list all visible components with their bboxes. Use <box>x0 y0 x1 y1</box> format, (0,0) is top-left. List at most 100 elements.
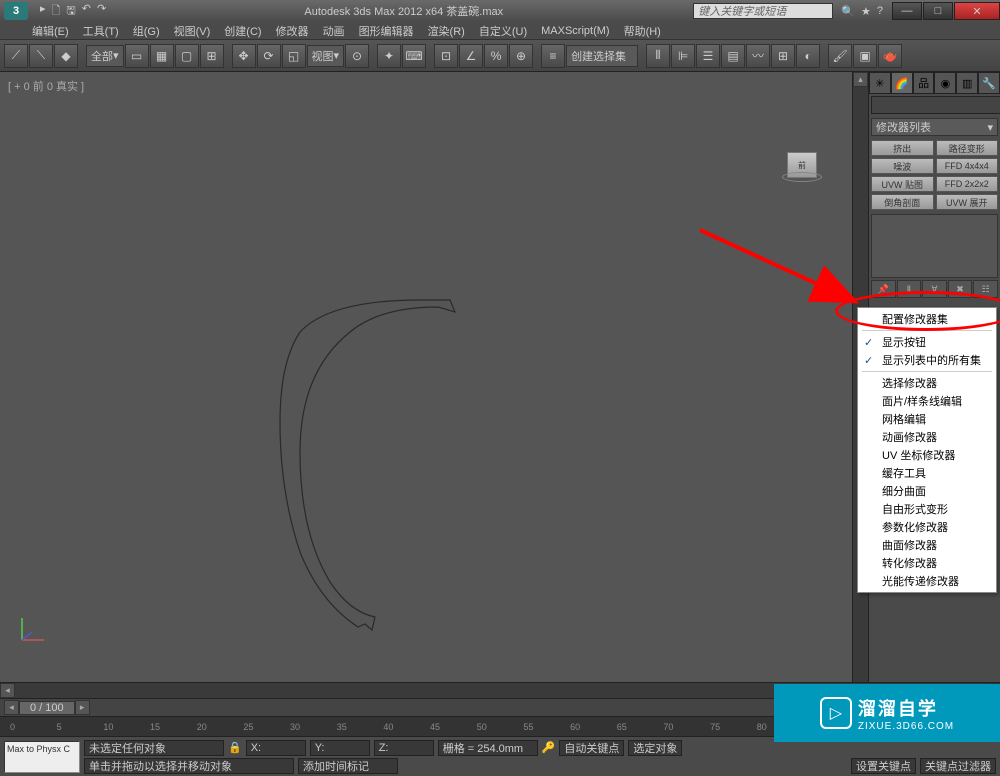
menu-group[interactable]: 组(G) <box>133 23 160 39</box>
tool-scale-icon[interactable]: ◱ <box>282 44 306 68</box>
qat-undo-icon[interactable]: ↶ <box>82 2 91 21</box>
timeslider-prev-icon[interactable]: ◂ <box>4 700 19 715</box>
modtool-configure-icon[interactable]: ☷ <box>973 280 998 298</box>
auto-key-button[interactable]: 自动关键点 <box>559 740 624 756</box>
ctx-anim-modifiers[interactable]: 动画修改器 <box>858 428 996 446</box>
tool-align-icon[interactable]: ⊫ <box>671 44 695 68</box>
qat-redo-icon[interactable]: ↷ <box>97 2 106 21</box>
modifier-list-dropdown[interactable]: 修改器列表 <box>871 118 998 136</box>
help-search-input[interactable]: 键入关键字或短语 <box>693 3 833 19</box>
tool-snap-icon[interactable]: ⊡ <box>434 44 458 68</box>
menu-edit[interactable]: 编辑(E) <box>32 23 69 39</box>
modbtn-ffd2[interactable]: FFD 2x2x2 <box>936 176 999 192</box>
modtool-pin-icon[interactable]: 📌 <box>871 280 896 298</box>
minimize-button[interactable]: — <box>892 2 922 20</box>
scroll-up-icon[interactable]: ▴ <box>853 72 868 87</box>
menu-custom[interactable]: 自定义(U) <box>479 23 527 39</box>
menu-maxscript[interactable]: MAXScript(M) <box>541 25 609 37</box>
modtool-remove-icon[interactable]: ✖ <box>948 280 973 298</box>
key-icon[interactable]: 🔑 <box>542 741 556 754</box>
tool-angle-snap-icon[interactable]: ∠ <box>459 44 483 68</box>
tool-spinner-snap-icon[interactable]: ⊕ <box>509 44 533 68</box>
tool-bind-icon[interactable]: ◆ <box>54 44 78 68</box>
tool-layers-icon[interactable]: ☰ <box>696 44 720 68</box>
tool-select-link-icon[interactable]: ⟋ <box>4 44 28 68</box>
menu-animation[interactable]: 动画 <box>323 23 345 39</box>
menu-help[interactable]: 帮助(H) <box>624 23 661 39</box>
qat-save-icon[interactable]: 🖫 <box>66 2 75 21</box>
tab-hierarchy-icon[interactable]: 品 <box>913 72 935 94</box>
tool-rotate-icon[interactable]: ⟳ <box>257 44 281 68</box>
tool-select-icon[interactable]: ▭ <box>125 44 149 68</box>
ref-coord-dropdown[interactable]: 视图 ▾ <box>307 45 345 67</box>
maximize-button[interactable]: □ <box>923 2 953 20</box>
tab-motion-icon[interactable]: ◉ <box>934 72 956 94</box>
ctx-surface-mod[interactable]: 曲面修改器 <box>858 536 996 554</box>
modbtn-lathe[interactable]: 噪波 <box>871 158 934 174</box>
tab-display-icon[interactable]: ▥ <box>956 72 978 94</box>
selected-obj-dd[interactable]: 选定对象 <box>628 740 682 756</box>
tool-render-frame-icon[interactable]: ▣ <box>853 44 877 68</box>
tool-mirror-icon[interactable]: ⦀ <box>646 44 670 68</box>
qat-new-icon[interactable]: ▸ <box>40 2 46 21</box>
ctx-cache-tools[interactable]: 缓存工具 <box>858 464 996 482</box>
ctx-mesh-edit[interactable]: 网格编辑 <box>858 410 996 428</box>
menu-create[interactable]: 创建(C) <box>224 23 261 39</box>
qat-open-icon[interactable]: 🗋 <box>52 2 61 21</box>
modtool-show-icon[interactable]: Ⅱ <box>897 280 922 298</box>
tool-material-icon[interactable]: ◐ <box>796 44 820 68</box>
close-button[interactable]: ✕ <box>954 2 1000 20</box>
tab-utilities-icon[interactable]: 🔧 <box>978 72 1000 94</box>
ctx-select-modifier[interactable]: 选择修改器 <box>858 374 996 392</box>
menu-tools[interactable]: 工具(T) <box>83 23 119 39</box>
tool-named-sel-icon[interactable]: ≡ <box>541 44 565 68</box>
time-thumb[interactable]: 0 / 100 <box>19 701 75 715</box>
modbtn-path-deform[interactable]: 路径变形 <box>936 140 999 156</box>
ctx-freeform-deform[interactable]: 自由形式变形 <box>858 500 996 518</box>
modtool-unique-icon[interactable]: ∀ <box>922 280 947 298</box>
tool-curve-editor-icon[interactable]: 〰 <box>746 44 770 68</box>
scroll-left-icon[interactable]: ◂ <box>0 683 15 698</box>
ctx-show-all-sets[interactable]: 显示列表中的所有集 <box>858 351 996 369</box>
ctx-parametric-mod[interactable]: 参数化修改器 <box>858 518 996 536</box>
menu-graph[interactable]: 图形编辑器 <box>359 23 414 39</box>
modbtn-extrude[interactable]: 挤出 <box>871 140 934 156</box>
ctx-radiosity-mod[interactable]: 光能传递修改器 <box>858 572 996 590</box>
ctx-configure-modifier-sets[interactable]: 配置修改器集 <box>858 310 996 328</box>
modbtn-uvw-map[interactable]: UVW 贴图 <box>871 176 934 192</box>
tool-render-icon[interactable]: 🫖 <box>878 44 902 68</box>
tool-graphite-icon[interactable]: ▤ <box>721 44 745 68</box>
modbtn-uvw-unwrap[interactable]: UVW 展开 <box>936 194 999 210</box>
timeslider-next-icon[interactable]: ▸ <box>75 700 90 715</box>
tool-select-name-icon[interactable]: ▦ <box>150 44 174 68</box>
ctx-show-buttons[interactable]: 显示按钮 <box>858 333 996 351</box>
tool-schematic-icon[interactable]: ⊞ <box>771 44 795 68</box>
tool-rect-select-icon[interactable]: ▢ <box>175 44 199 68</box>
tab-create-icon[interactable]: ✳ <box>869 72 891 94</box>
help-icon[interactable]: ? <box>877 5 883 18</box>
tool-unlink-icon[interactable]: ⟍ <box>29 44 53 68</box>
tool-pivot-icon[interactable]: ⊙ <box>345 44 369 68</box>
tool-render-setup-icon[interactable]: 🖌 <box>828 44 852 68</box>
favorite-icon[interactable]: ★ <box>861 5 871 18</box>
tool-keyboard-icon[interactable]: ⌨ <box>402 44 426 68</box>
ctx-convert-mod[interactable]: 转化修改器 <box>858 554 996 572</box>
modbtn-chamfer[interactable]: 倒角剖面 <box>871 194 934 210</box>
object-name-input[interactable] <box>871 96 1000 114</box>
tool-percent-snap-icon[interactable]: % <box>484 44 508 68</box>
menu-modifiers[interactable]: 修改器 <box>276 23 309 39</box>
maxscript-listener[interactable]: Max to Physx C <box>4 741 80 773</box>
menu-views[interactable]: 视图(V) <box>174 23 211 39</box>
modbtn-ffd4[interactable]: FFD 4x4x4 <box>936 158 999 174</box>
named-selection-dropdown[interactable]: 创建选择集 <box>566 45 638 67</box>
lock-icon[interactable]: 🔒 <box>228 741 242 754</box>
tool-window-icon[interactable]: ⊞ <box>200 44 224 68</box>
app-logo[interactable]: 3 <box>4 2 28 20</box>
modifier-stack[interactable] <box>871 214 998 278</box>
ctx-subdiv-surfaces[interactable]: 细分曲面 <box>858 482 996 500</box>
viewport[interactable]: [ + 0 前 0 真实 ] 前 <box>0 72 852 682</box>
search-icon[interactable]: 🔍 <box>841 5 855 18</box>
menu-render[interactable]: 渲染(R) <box>428 23 465 39</box>
selection-filter-dropdown[interactable]: 全部 ▾ <box>86 45 124 67</box>
tool-move-icon[interactable]: ✥ <box>232 44 256 68</box>
